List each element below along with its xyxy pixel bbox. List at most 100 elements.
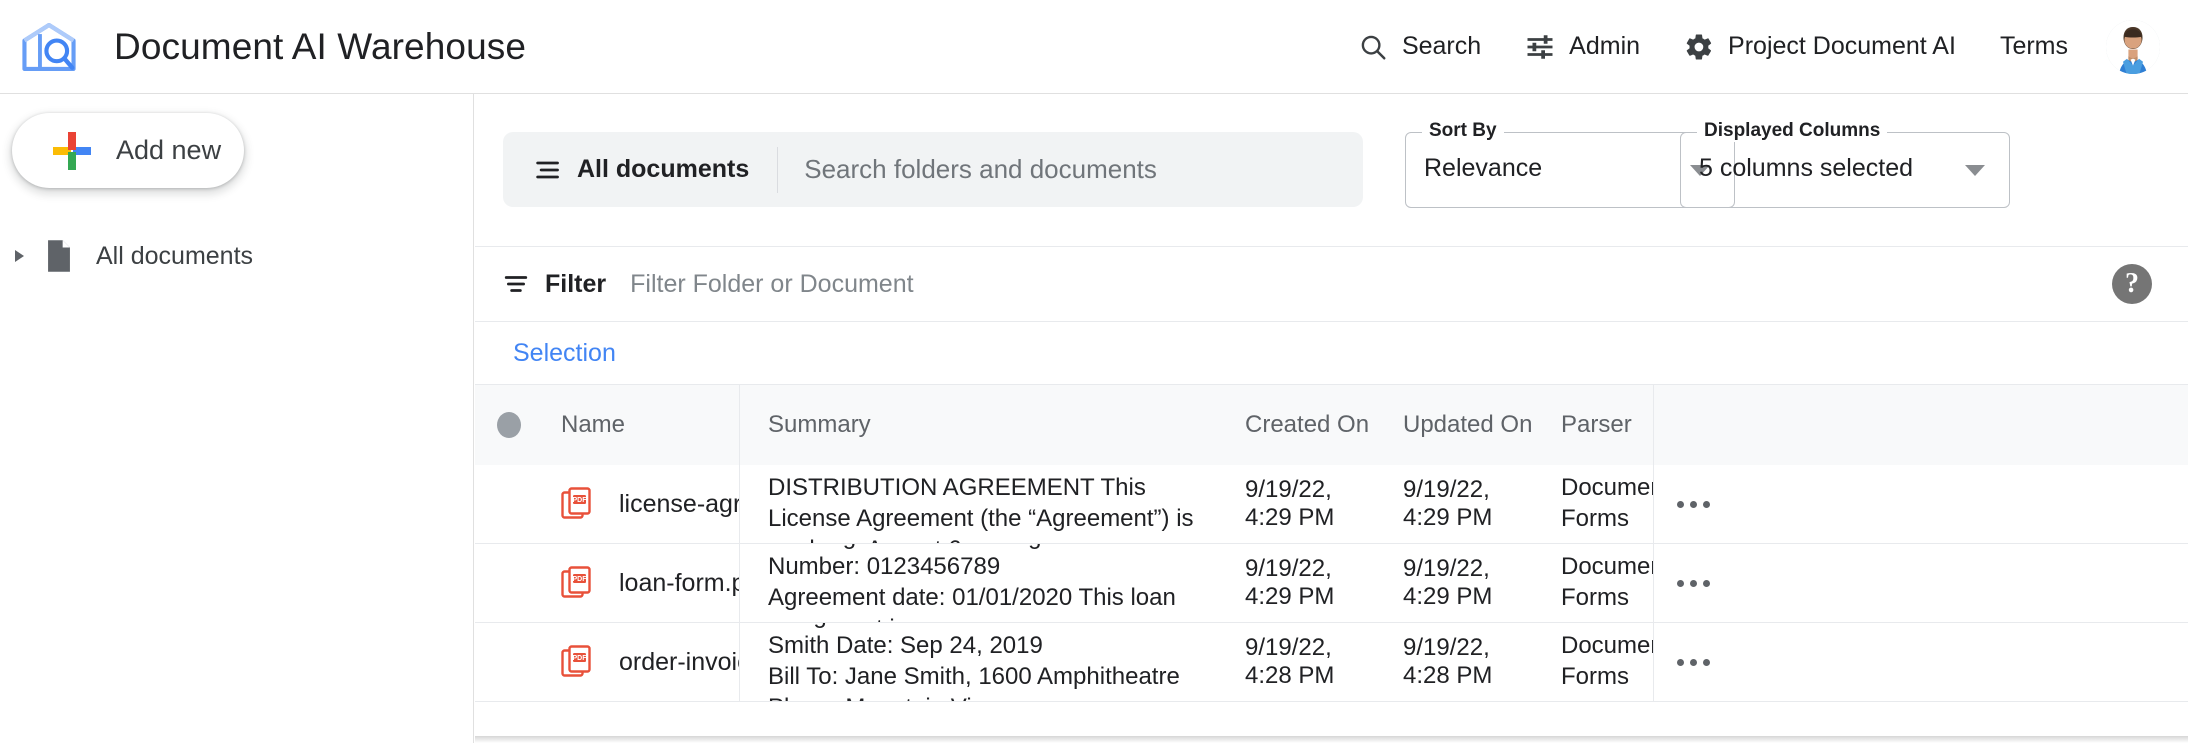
app-title: Document AI Warehouse: [114, 26, 526, 68]
row-parser-cell: Documents Forms: [1533, 544, 1653, 622]
row-summary-line-2: Bill To: Jane Smith, 1600 Amphitheatre P…: [768, 662, 1217, 701]
row-summary-line-1: Google INVOICE # 23413561D John Smith Da…: [768, 623, 1160, 659]
displayed-columns-select[interactable]: Displayed Columns 5 columns selected: [1680, 132, 2010, 208]
nav-admin[interactable]: Admin: [1503, 24, 1662, 70]
warehouse-search-logo-icon: [18, 16, 80, 78]
user-avatar[interactable]: [2106, 20, 2160, 74]
documents-table: Name Summary Created On Updated On Parse…: [475, 385, 2188, 702]
table-header-row: Name Summary Created On Updated On Parse…: [475, 385, 2188, 465]
nav-project[interactable]: Project Document AI: [1662, 24, 1978, 70]
row-summary-line-2: Agreement date: 01/01/2020 This loan agr…: [768, 583, 1217, 622]
tab-selection[interactable]: Selection: [513, 339, 616, 368]
pdf-file-icon: PDF: [561, 487, 593, 521]
nav-search[interactable]: Search: [1336, 24, 1503, 70]
row-parser-cell: Documents Forms: [1533, 623, 1653, 701]
row-parser-line-1: Documents: [1561, 632, 1653, 659]
chevron-right-icon[interactable]: [8, 250, 30, 262]
row-summary-line-1: Loan Agreement Form Agreement Number: 01…: [768, 544, 1130, 580]
sidebar-item-label: All documents: [96, 242, 253, 271]
row-summary-cell: Google INVOICE # 23413561D John Smith Da…: [739, 623, 1217, 701]
sidebar: Add new All documents: [0, 94, 474, 743]
row-updated-on: 9/19/22, 4:29 PM: [1375, 465, 1533, 543]
row-updated-on: 9/19/22, 4:28 PM: [1375, 623, 1533, 701]
pdf-file-icon: PDF: [561, 645, 593, 679]
row-parser-line-1: Documents: [1561, 553, 1653, 580]
table-row[interactable]: PDF loan-form.pdf Loan Agreement Form Ag…: [475, 544, 2188, 623]
row-file-name: license-agreement.pdf: [619, 490, 739, 519]
filter-icon: [503, 271, 529, 297]
column-header-summary[interactable]: Summary: [739, 385, 1217, 465]
row-created-on: 9/19/22, 4:29 PM: [1217, 544, 1375, 622]
row-file-name: order-invoice.pdf: [619, 648, 739, 677]
search-icon: [1358, 32, 1388, 62]
list-filter-icon: [533, 156, 561, 184]
column-header-actions: [1653, 385, 1733, 465]
main-content: All documents Sort By Relevance Displaye…: [475, 94, 2188, 743]
gear-icon: [1684, 32, 1714, 62]
row-select-cell[interactable]: [475, 623, 535, 701]
nav-project-label: Project Document AI: [1728, 32, 1956, 61]
search-toolbar: All documents Sort By Relevance Displaye…: [475, 94, 2188, 246]
row-summary-cell: Loan Agreement Form Agreement Number: 01…: [739, 544, 1217, 622]
nav-terms[interactable]: Terms: [1978, 24, 2090, 69]
row-parser-cell: Documents Forms: [1533, 465, 1653, 543]
search-bar: All documents: [503, 132, 1363, 207]
more-options-icon[interactable]: [1677, 580, 1710, 587]
row-name-cell[interactable]: PDF order-invoice.pdf: [535, 623, 739, 701]
more-options-icon[interactable]: [1677, 659, 1710, 666]
svg-text:PDF: PDF: [573, 497, 588, 504]
app-header: Document AI Warehouse Search: [0, 0, 2188, 94]
displayed-columns-label: Displayed Columns: [1697, 120, 1887, 142]
table-row[interactable]: PDF order-invoice.pdf Google INVOICE # 2…: [475, 623, 2188, 702]
file-icon: [44, 239, 74, 273]
column-header-name[interactable]: Name: [535, 385, 739, 465]
row-created-on: 9/19/22, 4:28 PM: [1217, 623, 1375, 701]
row-actions-cell[interactable]: [1653, 544, 1733, 622]
nav-admin-label: Admin: [1569, 32, 1640, 61]
more-options-icon[interactable]: [1677, 501, 1710, 508]
row-updated-on: 9/19/22, 4:29 PM: [1375, 544, 1533, 622]
filter-label: Filter: [545, 270, 606, 299]
search-scope-selector[interactable]: All documents: [503, 132, 777, 207]
row-select-cell[interactable]: [475, 465, 535, 543]
filter-bar: Filter ?: [475, 246, 2188, 322]
scroll-shadow: [475, 736, 2188, 743]
add-new-label: Add new: [116, 135, 221, 166]
column-header-created-on[interactable]: Created On: [1217, 385, 1375, 465]
column-header-parser[interactable]: Parser: [1533, 385, 1653, 465]
row-parser-line-1: Documents: [1561, 474, 1653, 501]
nav-terms-label: Terms: [2000, 32, 2068, 61]
nav-search-label: Search: [1402, 32, 1481, 61]
row-file-name: loan-form.pdf: [619, 569, 739, 598]
row-created-on: 9/19/22, 4:29 PM: [1217, 465, 1375, 543]
row-actions-cell[interactable]: [1653, 465, 1733, 543]
row-parser-line-2: Forms: [1561, 662, 1653, 693]
pdf-file-icon: PDF: [561, 566, 593, 600]
sort-by-value: Relevance: [1424, 154, 1542, 183]
select-all-cell[interactable]: [475, 385, 535, 465]
row-name-cell[interactable]: PDF license-agreement.pdf: [535, 465, 739, 543]
select-all-circle-icon[interactable]: [497, 412, 521, 438]
row-parser-line-2: Forms: [1561, 583, 1653, 614]
row-name-cell[interactable]: PDF loan-form.pdf: [535, 544, 739, 622]
svg-text:PDF: PDF: [573, 655, 588, 662]
row-select-cell[interactable]: [475, 544, 535, 622]
sort-by-label: Sort By: [1422, 120, 1504, 142]
filter-input[interactable]: [628, 269, 2112, 300]
chevron-down-icon[interactable]: [1965, 165, 1985, 176]
help-icon[interactable]: ?: [2112, 264, 2152, 304]
row-actions-cell[interactable]: [1653, 623, 1733, 701]
table-row[interactable]: PDF license-agreement.pdf WORLDWIDE LICE…: [475, 465, 2188, 544]
row-summary-line-2: License Agreement (the “Agreement”) is m…: [768, 504, 1217, 543]
search-scope-label: All documents: [577, 155, 749, 184]
column-header-updated-on[interactable]: Updated On: [1375, 385, 1533, 465]
svg-text:PDF: PDF: [573, 576, 588, 583]
row-parser-line-2: Forms: [1561, 504, 1653, 535]
plus-icon: [52, 131, 92, 171]
search-input[interactable]: [778, 132, 1363, 207]
sidebar-item-all-documents[interactable]: All documents: [0, 228, 474, 284]
displayed-columns-value: 5 columns selected: [1699, 154, 1913, 183]
brand[interactable]: Document AI Warehouse: [0, 16, 526, 78]
column-header-name-label: Name: [535, 411, 625, 439]
add-new-button[interactable]: Add new: [12, 113, 244, 188]
